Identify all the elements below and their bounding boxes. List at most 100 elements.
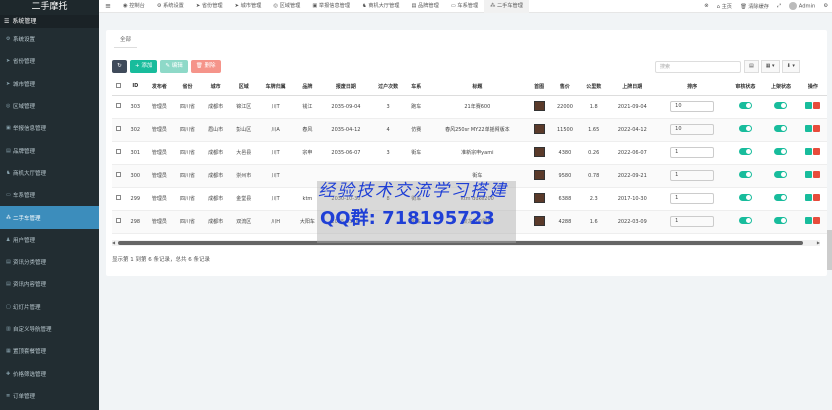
audit-toggle[interactable] xyxy=(738,217,752,224)
cover-image[interactable] xyxy=(533,215,545,226)
row-checkbox[interactable] xyxy=(116,172,122,177)
row-checkbox[interactable] xyxy=(116,218,122,223)
sidebar-item-4[interactable]: ▣ 举报信息管理 xyxy=(0,117,99,139)
menu-toggle-icon[interactable]: ≡ xyxy=(99,2,117,10)
sidebar-item-7[interactable]: ▭ 车系管理 xyxy=(0,184,99,206)
column-header[interactable]: 发布者 xyxy=(145,78,174,96)
column-header[interactable]: ID xyxy=(125,78,146,96)
listing-toggle[interactable] xyxy=(774,125,788,132)
top-tab-5[interactable]: ▣ 举报信息管理 xyxy=(306,0,356,13)
toggle-view-icon[interactable]: ▤ xyxy=(744,60,759,73)
sidebar-item-5[interactable]: ▤ 品牌管理 xyxy=(0,139,99,161)
sort-input[interactable]: 10 xyxy=(670,101,715,112)
listing-toggle[interactable] xyxy=(774,171,788,178)
sidebar-item-13[interactable]: ▥ 自定义导航管理 xyxy=(0,318,99,340)
column-header[interactable]: 标题 xyxy=(426,78,529,96)
column-header[interactable]: 报废日期 xyxy=(321,78,371,96)
sidebar-item-6[interactable]: ♞ 商机大厅管理 xyxy=(0,162,99,184)
sidebar-item-2[interactable]: ➤ 城市管理 xyxy=(0,73,99,95)
delete-row-icon[interactable] xyxy=(813,148,821,155)
column-header[interactable]: 上牌日期 xyxy=(607,78,657,96)
listing-toggle[interactable] xyxy=(774,217,788,224)
gear-icon[interactable]: ⚙ xyxy=(819,3,832,9)
edit-row-icon[interactable] xyxy=(805,194,813,201)
audit-toggle[interactable] xyxy=(738,125,752,132)
sidebar-item-10[interactable]: ▤ 资讯分类管理 xyxy=(0,251,99,273)
edit-row-icon[interactable] xyxy=(805,148,813,155)
column-header[interactable]: 公里数 xyxy=(579,78,608,96)
user-menu[interactable]: Admin xyxy=(785,2,819,10)
columns-icon[interactable]: ▦ ▾ xyxy=(760,60,780,73)
edit-row-icon[interactable] xyxy=(805,217,813,224)
column-header[interactable]: 车系 xyxy=(405,78,427,96)
home-link[interactable]: ⌂ 主页 xyxy=(713,3,736,10)
column-header[interactable]: 车牌归属 xyxy=(257,78,294,96)
column-header[interactable]: 售价 xyxy=(550,78,580,96)
sidebar-item-1[interactable]: ➤ 省份管理 xyxy=(0,50,99,72)
column-header[interactable]: 上架状态 xyxy=(763,78,799,96)
row-checkbox[interactable] xyxy=(116,195,122,200)
column-header[interactable]: 操作 xyxy=(798,78,827,96)
sidebar-item-16[interactable]: ≣ 订单管理 xyxy=(0,385,99,407)
sidebar-item-14[interactable]: ▦ 置顶套餐管理 xyxy=(0,340,99,362)
top-tab-9[interactable]: ⁂ 二手车管理 xyxy=(484,0,529,13)
add-button[interactable]: + 添加 xyxy=(130,60,158,73)
top-tab-8[interactable]: ▭ 车系管理 xyxy=(445,0,484,13)
cover-image[interactable] xyxy=(533,123,545,134)
scroll-left-icon[interactable]: ◀ xyxy=(112,240,115,245)
delete-row-icon[interactable] xyxy=(813,171,821,178)
audit-toggle[interactable] xyxy=(738,171,752,178)
close-circle-icon[interactable]: ⊗ xyxy=(700,3,712,9)
fullscreen-icon[interactable]: ⤢ xyxy=(773,3,785,10)
sort-input[interactable]: 1 xyxy=(670,216,715,227)
sidebar-item-9[interactable]: ♟ 用户管理 xyxy=(0,229,99,251)
edit-row-icon[interactable] xyxy=(805,102,813,109)
sort-input[interactable]: 1 xyxy=(670,170,715,181)
sort-input[interactable]: 1 xyxy=(670,147,715,158)
sort-input[interactable]: 1 xyxy=(670,193,715,204)
edit-row-icon[interactable] xyxy=(805,171,813,178)
top-tab-4[interactable]: ◎ 区域管理 xyxy=(267,0,306,13)
sidebar-item-0[interactable]: ⚙ 系统设置 xyxy=(0,28,99,50)
sidebar-item-11[interactable]: ▤ 资讯内容管理 xyxy=(0,273,99,295)
top-tab-7[interactable]: ▤ 品牌管理 xyxy=(405,0,444,13)
column-header[interactable]: 品牌 xyxy=(293,78,322,96)
clear-cache-button[interactable]: 🗑 清除缓存 xyxy=(736,3,773,10)
top-tab-3[interactable]: ➤ 城市管理 xyxy=(229,0,268,13)
scroll-right-icon[interactable]: ▶ xyxy=(817,240,820,245)
export-icon[interactable]: ⬇ ▾ xyxy=(781,60,800,73)
edit-row-icon[interactable] xyxy=(805,125,813,132)
table-row[interactable]: 303 管理员 四川省 成都市 锦江区 川T 钱江 2035-09-04 3 跑车 21年赛600 2… xyxy=(112,95,827,119)
top-tab-1[interactable]: ⚙ 系统设置 xyxy=(151,0,190,13)
audit-toggle[interactable] xyxy=(738,102,752,109)
audit-toggle[interactable] xyxy=(738,194,752,201)
tab-all[interactable]: 全部 xyxy=(114,33,138,48)
sidebar-item-3[interactable]: ◎ 区域管理 xyxy=(0,95,99,117)
cover-image[interactable] xyxy=(533,192,545,203)
vertical-scrollbar[interactable] xyxy=(827,230,832,270)
column-header[interactable]: 首图 xyxy=(528,78,551,96)
column-header[interactable]: 区域 xyxy=(229,78,258,96)
row-checkbox[interactable] xyxy=(116,149,122,154)
column-header[interactable]: 过户次数 xyxy=(370,78,406,96)
listing-toggle[interactable] xyxy=(774,102,788,109)
column-header[interactable]: 省份 xyxy=(173,78,202,96)
delete-row-icon[interactable] xyxy=(813,217,821,224)
top-tab-6[interactable]: ♞ 商机大厅管理 xyxy=(356,0,405,13)
sidebar-section-system[interactable]: ☰ 系统管理 xyxy=(0,15,99,28)
select-all-checkbox[interactable] xyxy=(116,82,122,88)
listing-toggle[interactable] xyxy=(774,194,788,201)
cover-image[interactable] xyxy=(533,146,545,157)
column-header[interactable]: 城市 xyxy=(201,78,230,96)
cover-image[interactable] xyxy=(533,169,545,180)
sort-input[interactable]: 10 xyxy=(670,124,715,135)
column-header[interactable]: 审核状态 xyxy=(727,78,764,96)
delete-button[interactable]: 🗑 删除 xyxy=(190,60,221,73)
edit-button[interactable]: ✎ 编辑 xyxy=(160,60,188,73)
top-tab-0[interactable]: ◉ 控制台 xyxy=(117,0,151,13)
column-header[interactable]: 排序 xyxy=(656,78,728,96)
search-input[interactable]: 搜索 xyxy=(655,61,741,73)
row-checkbox[interactable] xyxy=(116,103,122,108)
top-tab-2[interactable]: ➤ 省份管理 xyxy=(190,0,229,13)
delete-row-icon[interactable] xyxy=(813,194,821,201)
